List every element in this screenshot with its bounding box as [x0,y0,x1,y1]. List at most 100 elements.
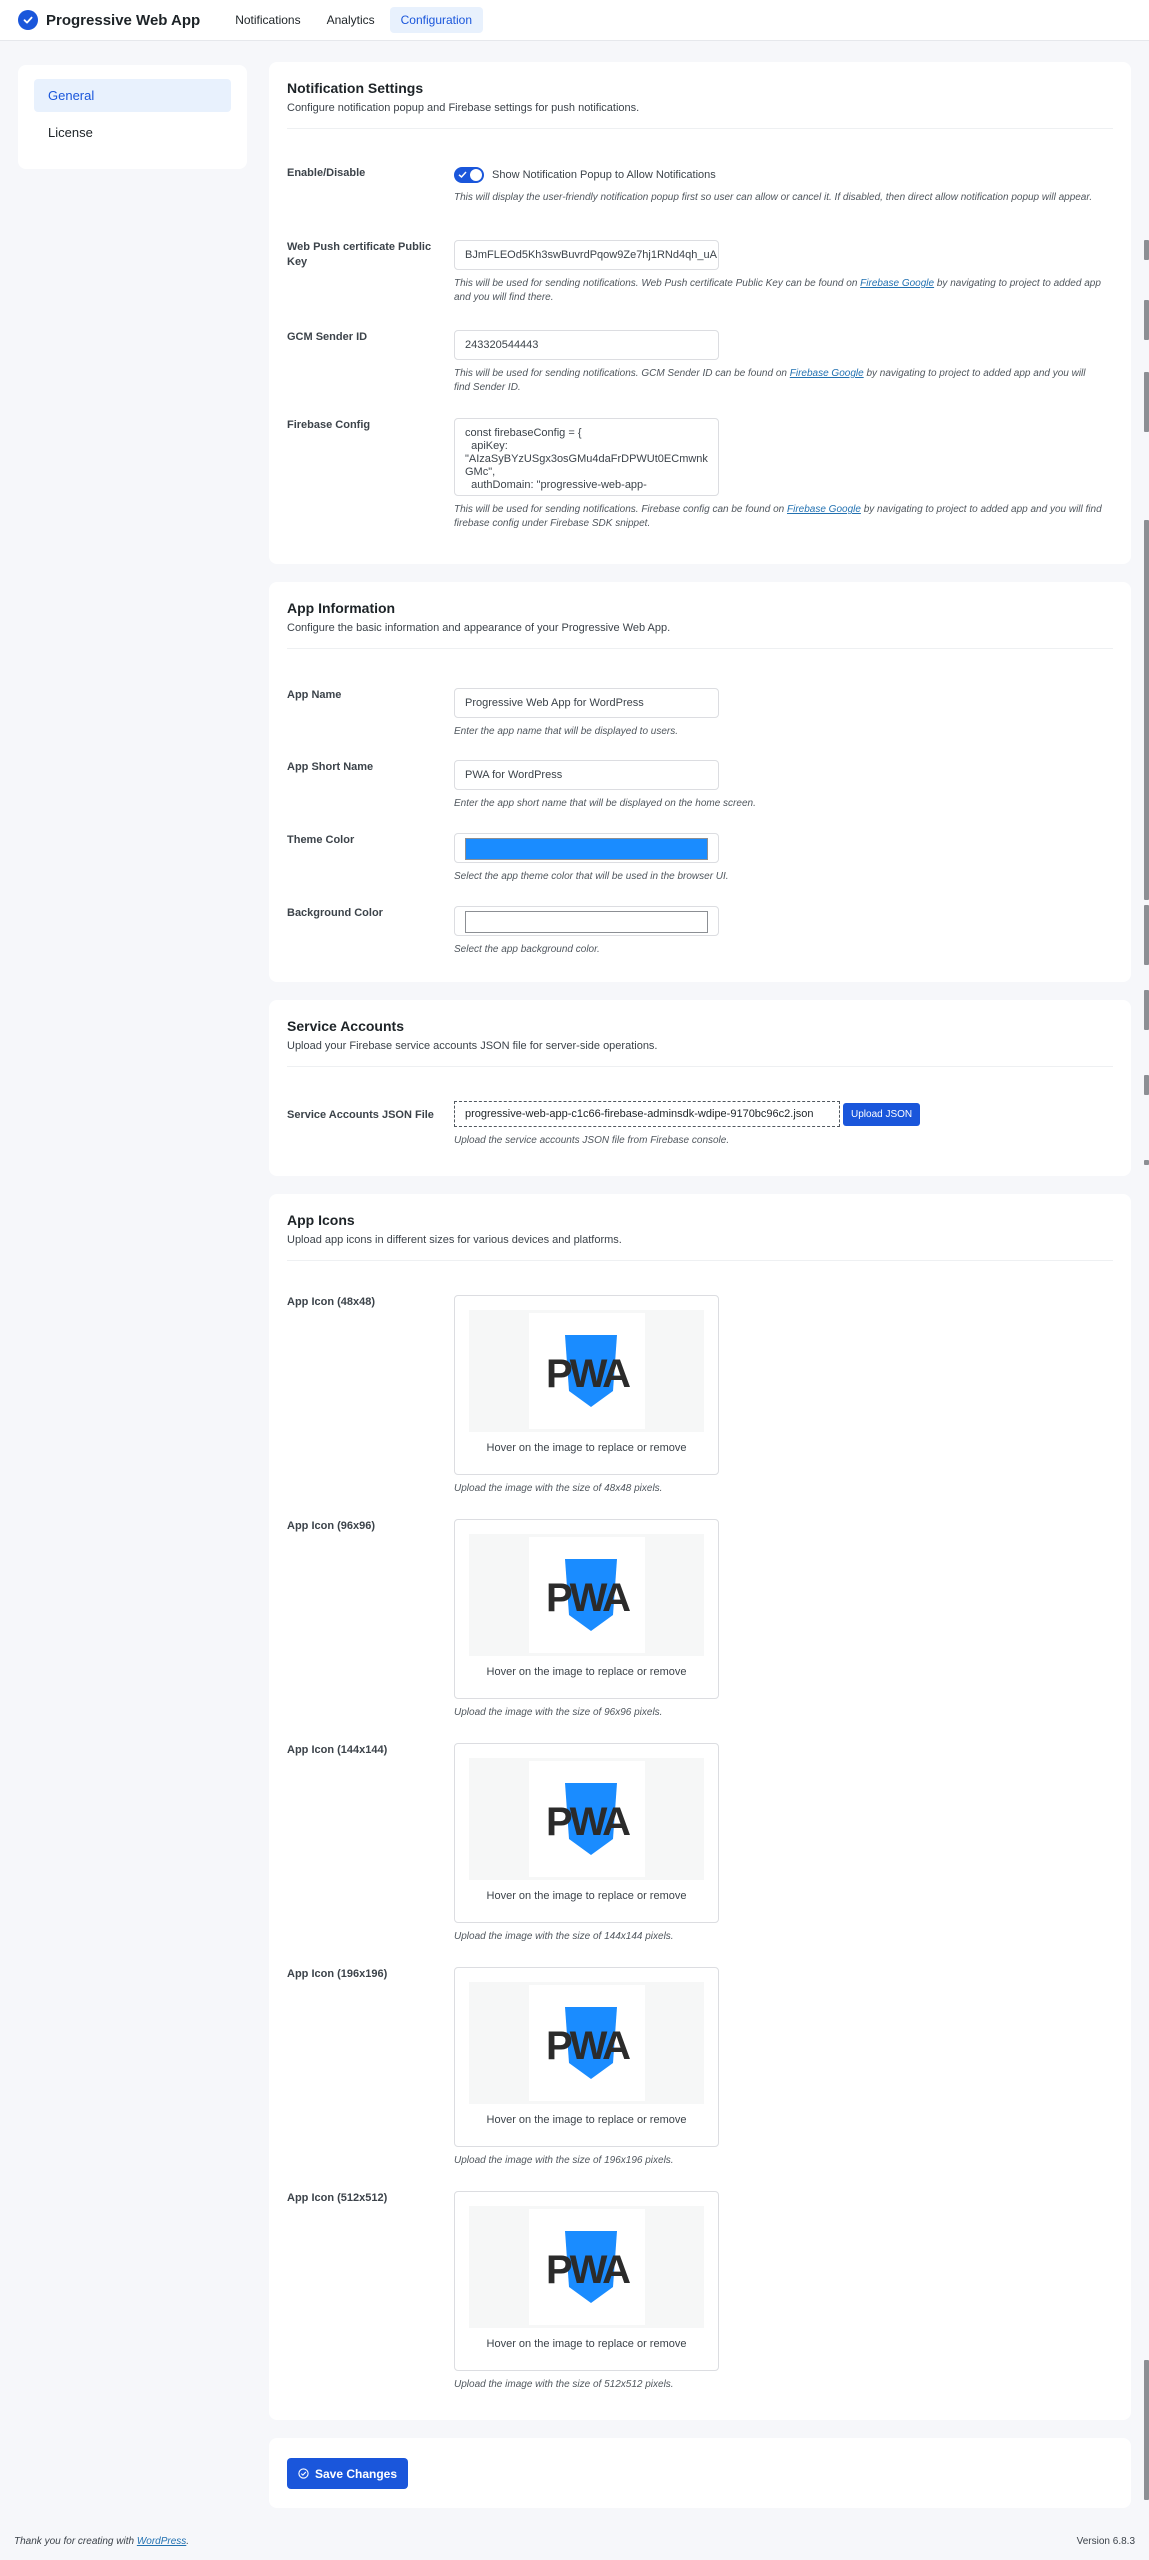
push-key-label: Web Push certificate Public Key [287,241,432,268]
app-icon-caption: Hover on the image to replace or remove [486,1666,687,1678]
scroll-marker [1144,372,1149,432]
divider [287,1066,1113,1067]
json-file-name[interactable]: progressive-web-app-c1c66-firebase-admin… [454,1101,840,1127]
app-icon-label: App Icon (512x512) [287,2192,388,2204]
scroll-marker [1144,240,1149,260]
svg-text:PWA: PWA [545,1352,629,1396]
save-changes-button[interactable]: Save Changes [287,2458,408,2489]
background-color-help: Select the app background color. [454,944,600,955]
svg-text:PWA: PWA [545,2248,629,2292]
pwa-logo-icon[interactable]: PWA [528,2209,645,2325]
app-name-help: Enter the app name that will be displaye… [454,726,679,737]
app-icon-frame: PWA [469,2206,704,2328]
check-circle-icon [18,10,38,30]
app-icon-caption: Hover on the image to replace or remove [486,2338,687,2350]
push-key-input[interactable]: BJmFLEOd5Kh3swBuvrdPqow9Ze7hj1RNd4qh_uA [454,240,719,270]
toggle-label: Show Notification Popup to Allow Notific… [492,169,716,181]
divider [287,128,1113,129]
scroll-marker [1144,520,1149,900]
section-subtitle: Configure the basic information and appe… [287,622,671,634]
scroll-marker [1144,2360,1149,2500]
nav-configuration[interactable]: Configuration [389,7,484,33]
save-label: Save Changes [314,2466,398,2481]
firebase-config-textarea[interactable]: const firebaseConfig = { apiKey: "AIzaSy… [454,418,719,496]
scroll-marker [1144,1075,1149,1095]
app-icon-frame: PWA [469,1758,704,1880]
svg-text:PWA: PWA [545,1576,629,1620]
app-icon-help: Upload the image with the size of 512x51… [454,2379,674,2390]
divider [287,648,1113,649]
upload-json-button[interactable]: Upload JSON [843,1102,921,1126]
footer-version: Version 6.8.3 [1076,2536,1135,2547]
section-title: Notification Settings [287,80,424,96]
app-icon-uploader[interactable]: PWA Hover on the image to replace or remo… [454,1519,719,1699]
app-icon-help: Upload the image with the size of 96x96 … [454,1707,663,1718]
firebase-config-label: Firebase Config [287,419,371,431]
firebase-link[interactable]: Firebase Google [787,504,861,515]
theme-color-help: Select the app theme color that will be … [454,871,729,882]
section-title: App Icons [287,1212,355,1228]
wordpress-link[interactable]: WordPress [137,2536,186,2547]
app-icon-label: App Icon (48x48) [287,1296,376,1308]
settings-sidebar: General License [18,65,247,169]
app-icon-frame: PWA [469,1534,704,1656]
brand: Progressive Web App [18,10,200,30]
app-icons-card: App Icons Upload app icons in different … [269,1194,1131,2420]
sidebar-item-general[interactable]: General [34,79,231,112]
svg-text:PWA: PWA [545,1800,629,1844]
sidebar-item-license[interactable]: License [34,116,231,149]
app-icon-frame: PWA [469,1982,704,2104]
background-color-swatch [465,911,708,933]
app-name-input[interactable]: Progressive Web App for WordPress [454,688,719,718]
app-icon-caption: Hover on the image to replace or remove [486,1442,687,1454]
section-subtitle: Configure notification popup and Firebas… [287,102,640,114]
scroll-marker [1144,300,1149,340]
scroll-marker [1144,1160,1149,1165]
section-title: App Information [287,600,396,616]
theme-color-label: Theme Color [287,834,355,846]
app-icon-uploader[interactable]: PWA Hover on the image to replace or remo… [454,1743,719,1923]
firebase-link[interactable]: Firebase Google [790,368,864,379]
top-navigation-bar: Progressive Web App Notifications Analyt… [0,0,1149,41]
gcm-sender-input[interactable]: 243320544443 [454,330,719,360]
app-icon-uploader[interactable]: PWA Hover on the image to replace or remo… [454,1967,719,2147]
nav-analytics[interactable]: Analytics [316,7,386,33]
app-name-label: App Name [287,689,342,701]
pwa-logo-icon[interactable]: PWA [528,1985,645,2101]
main-nav: Notifications Analytics Configuration [224,7,487,33]
check-icon [458,171,467,179]
app-icon-uploader[interactable]: PWA Hover on the image to replace or remo… [454,2191,719,2371]
notification-popup-toggle[interactable] [454,167,484,183]
background-color-label: Background Color [287,907,383,919]
notification-settings-card: Notification Settings Configure notifica… [269,62,1131,564]
svg-text:PWA: PWA [545,2024,629,2068]
nav-notifications[interactable]: Notifications [224,7,311,33]
service-accounts-help: Upload the service accounts JSON file fr… [454,1135,730,1146]
pwa-logo-icon[interactable]: PWA [528,1761,645,1877]
save-card: Save Changes [269,2438,1131,2508]
divider [287,1260,1113,1261]
app-icon-label: App Icon (196x196) [287,1968,388,1980]
pwa-logo-icon[interactable]: PWA [528,1537,645,1653]
app-icon-uploader[interactable]: PWA Hover on the image to replace or remo… [454,1295,719,1475]
service-accounts-label: Service Accounts JSON File [287,1109,434,1121]
service-accounts-card: Service Accounts Upload your Firebase se… [269,1000,1131,1176]
app-information-card: App Information Configure the basic info… [269,582,1131,982]
app-icon-label: App Icon (144x144) [287,1744,388,1756]
firebase-config-help: This will be used for sending notificati… [454,504,1102,529]
app-icon-help: Upload the image with the size of 196x19… [454,2155,674,2166]
enable-label: Enable/Disable [287,167,366,179]
enable-help: This will display the user-friendly noti… [454,192,1093,203]
scroll-marker [1144,990,1149,1030]
theme-color-picker[interactable] [454,833,719,863]
section-subtitle: Upload your Firebase service accounts JS… [287,1040,658,1052]
app-icon-caption: Hover on the image to replace or remove [486,2114,687,2126]
section-title: Service Accounts [287,1018,404,1034]
app-short-name-input[interactable]: PWA for WordPress [454,760,719,790]
background-color-picker[interactable] [454,906,719,936]
push-key-help: This will be used for sending notificati… [454,278,1101,303]
toggle-knob [470,169,482,181]
theme-color-swatch [465,838,708,860]
firebase-link[interactable]: Firebase Google [860,278,934,289]
pwa-logo-icon[interactable]: PWA [528,1313,645,1429]
